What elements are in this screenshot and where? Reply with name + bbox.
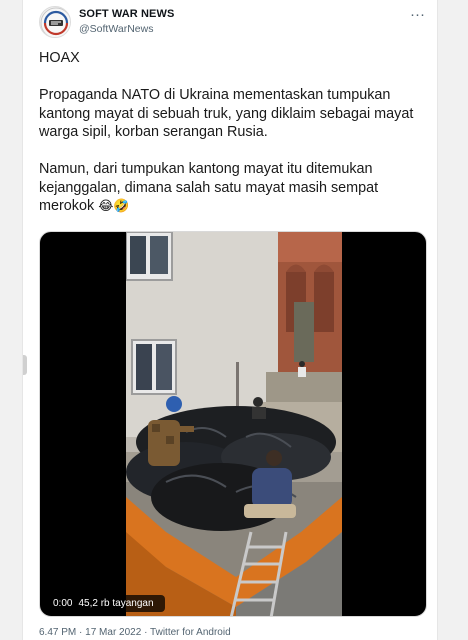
tweet-paragraph-3: Namun, dari tumpukan kantong mayat itu d… bbox=[39, 160, 431, 216]
footer-separator: · bbox=[79, 627, 83, 638]
tweet-card: SOFT WAR NEWS @SoftWarNews ··· HOAX Prop… bbox=[22, 0, 438, 640]
laughing-emoji-icon: 😂🤣 bbox=[98, 198, 130, 213]
tweet-source[interactable]: Twitter for Android bbox=[150, 627, 231, 638]
video-stats-badge: 0:00 45,2 rb tayangan bbox=[48, 595, 165, 612]
more-options-icon[interactable]: ··· bbox=[410, 7, 425, 22]
video-player[interactable]: 0:00 45,2 rb tayangan bbox=[39, 231, 427, 617]
scroll-edge-indicator bbox=[23, 355, 27, 375]
author-name[interactable]: SOFT WAR NEWS bbox=[79, 8, 174, 20]
tweet-time[interactable]: 6.47 PM bbox=[39, 627, 76, 638]
tweet-header: SOFT WAR NEWS @SoftWarNews ··· bbox=[39, 6, 427, 40]
tweet-date[interactable]: 17 Mar 2022 bbox=[85, 627, 141, 638]
tweet-paragraph-2: Propaganda NATO di Ukraina mementaskan t… bbox=[39, 87, 414, 140]
tweet-text: HOAX Propaganda NATO di Ukraina mementas… bbox=[39, 49, 431, 216]
video-frame-image bbox=[126, 232, 342, 616]
avatar[interactable] bbox=[39, 6, 71, 38]
author-handle[interactable]: @SoftWarNews bbox=[79, 23, 153, 35]
tweet-paragraph-1: HOAX bbox=[39, 50, 80, 66]
video-frame[interactable] bbox=[126, 232, 342, 616]
video-duration: 0:00 bbox=[53, 598, 73, 609]
soft-war-news-logo-icon bbox=[40, 7, 70, 37]
footer-separator-2: · bbox=[144, 627, 148, 638]
video-views: 45,2 rb tayangan bbox=[78, 598, 154, 609]
tweet-footer: 6.47 PM · 17 Mar 2022 · Twitter for Andr… bbox=[39, 627, 231, 638]
tweet-paragraph-3-text: Namun, dari tumpukan kantong mayat itu d… bbox=[39, 161, 379, 214]
